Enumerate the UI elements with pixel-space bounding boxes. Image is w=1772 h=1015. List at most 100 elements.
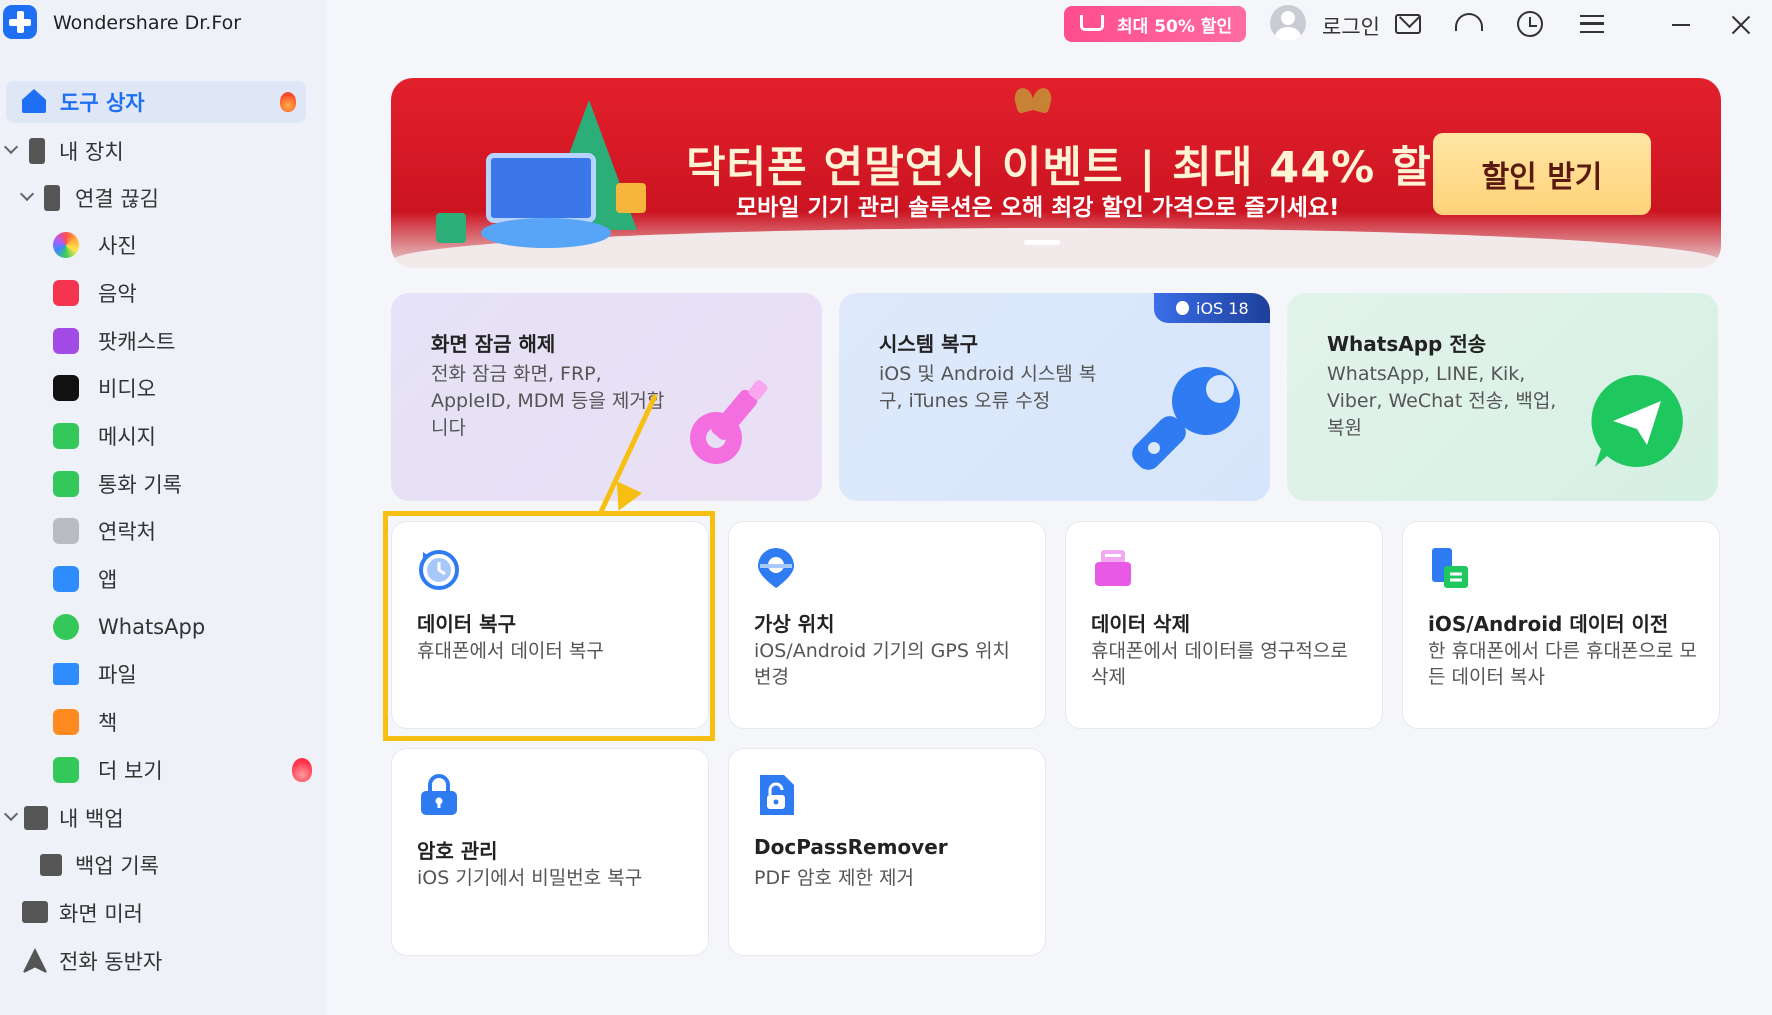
avatar[interactable] <box>1270 5 1306 41</box>
close-button[interactable] <box>1730 14 1752 36</box>
rocket-icon <box>22 948 48 974</box>
doc-unlock-icon <box>760 775 794 815</box>
sidebar-item-label: 책 <box>98 711 118 735</box>
chevron-down-icon <box>19 186 35 202</box>
sidebar-item-label: 내 백업 <box>59 807 124 831</box>
sidebar: Wondershare Dr.For 도구 상자 내 장치 연결 끊김 사진 음… <box>0 0 326 1015</box>
phone-icon <box>29 138 45 164</box>
folder-icon <box>53 663 79 685</box>
login-button[interactable]: 로그인 <box>1322 11 1380 41</box>
podcast-icon <box>53 328 79 354</box>
headset-icon[interactable] <box>1455 13 1483 31</box>
sidebar-item-label: 앱 <box>98 568 118 592</box>
menu-icon[interactable] <box>1580 15 1604 33</box>
sidebar-item-label: 음악 <box>98 282 137 306</box>
key-icon <box>690 380 768 464</box>
tool-card-virtual-location[interactable]: 가상 위치 iOS/Android 기기의 GPS 위치 변경 <box>728 521 1046 729</box>
gift-icon <box>616 183 646 213</box>
card-desc: 휴대폰에서 데이터를 영구적으로 삭제 <box>1091 640 1348 688</box>
music-icon <box>53 280 79 306</box>
sidebar-item-label: 더 보기 <box>98 759 163 783</box>
backup-history-icon <box>40 854 62 876</box>
location-pin-icon <box>758 548 794 588</box>
hot-icon <box>280 92 296 112</box>
get-discount-button[interactable]: 할인 받기 <box>1433 133 1651 215</box>
sidebar-item-label: WhatsApp <box>98 615 206 639</box>
card-title: iOS/Android 데이터 이전 <box>1428 612 1669 636</box>
platform-decoration <box>481 218 611 248</box>
feature-card-system-repair[interactable]: iOS 18 시스템 복구 iOS 및 Android 시스템 복구, iTun… <box>839 293 1270 501</box>
promo-banner[interactable]: 닥터폰 연말연시 이벤트 | 최대 44% 할인 모바일 기기 관리 솔루션은 … <box>391 78 1721 268</box>
sidebar-item-label: 연결 끊김 <box>75 187 159 211</box>
sidebar-item-label: 통화 기록 <box>98 473 182 497</box>
card-title: 화면 잠금 해제 <box>431 332 556 356</box>
banner-title: 닥터폰 연말연시 이벤트 | 최대 44% 할인 <box>686 143 1473 193</box>
sidebar-item-label: 화면 미러 <box>59 902 143 926</box>
ios18-badge: iOS 18 <box>1154 293 1270 323</box>
contacts-icon <box>53 518 79 544</box>
laptop-icon <box>486 153 596 223</box>
promo-button[interactable]: 최대 50% 할인 <box>1064 6 1246 42</box>
tool-card-data-transfer[interactable]: iOS/Android 데이터 이전 한 휴대폰에서 다른 휴대폰으로 모든 데… <box>1402 521 1720 729</box>
sidebar-item-label: 백업 기록 <box>75 854 159 878</box>
sidebar-item-toolbox[interactable]: 도구 상자 <box>6 81 306 123</box>
sidebar-item-label: 팟캐스트 <box>98 330 176 354</box>
card-title: 암호 관리 <box>417 839 498 863</box>
banner-subtitle: 모바일 기기 관리 솔루션은 오해 최강 할인 가격으로 즐기세요! <box>736 195 1340 221</box>
app-title: Wondershare Dr.For <box>53 12 242 34</box>
tool-card-data-eraser[interactable]: 데이터 삭제 휴대폰에서 데이터를 영구적으로 삭제 <box>1065 521 1383 729</box>
feature-card-screen-unlock[interactable]: 화면 잠금 해제 전화 잠금 화면, FRP, AppleID, MDM 등을 … <box>391 293 822 501</box>
card-title: WhatsApp 전송 <box>1327 332 1487 356</box>
phone-icon <box>44 185 60 211</box>
sidebar-item-label: 연락처 <box>98 520 156 544</box>
app-logo-icon <box>3 5 37 39</box>
lock-icon <box>421 774 457 815</box>
transfer-icon <box>1432 548 1468 588</box>
photos-icon <box>53 232 79 258</box>
mail-icon[interactable] <box>1395 14 1421 34</box>
sidebar-item-label: 사진 <box>98 234 137 258</box>
card-desc: WhatsApp, LINE, Kik, Viber, WeChat 전송, 백… <box>1327 363 1557 439</box>
tool-card-docpassremover[interactable]: DocPassRemover PDF 암호 제한 제거 <box>728 748 1046 956</box>
cart-icon <box>1080 15 1104 31</box>
eraser-icon <box>1095 550 1131 586</box>
screen-mirror-icon <box>22 901 48 923</box>
card-desc: PDF 암호 제한 제거 <box>754 867 915 889</box>
messages-icon <box>53 423 79 449</box>
more-grid-icon <box>53 757 79 783</box>
gift-icon <box>436 213 466 243</box>
feature-card-whatsapp-transfer[interactable]: WhatsApp 전송 WhatsApp, LINE, Kik, Viber, … <box>1287 293 1718 501</box>
card-desc: 한 휴대폰에서 다른 휴대폰으로 모든 데이터 복사 <box>1428 640 1697 688</box>
card-title: 시스템 복구 <box>879 332 978 356</box>
card-desc: iOS/Android 기기의 GPS 위치 변경 <box>754 640 1010 688</box>
sidebar-item-label: 비디오 <box>98 377 156 401</box>
card-title: 가상 위치 <box>754 612 835 636</box>
sidebar-item-label: 도구 상자 <box>60 91 145 115</box>
home-icon <box>22 89 46 113</box>
book-icon <box>53 709 79 735</box>
card-title: DocPassRemover <box>754 835 948 859</box>
tool-card-password-manager[interactable]: 암호 관리 iOS 기기에서 비밀번호 복구 <box>391 748 709 956</box>
sidebar-item-label: 메시지 <box>98 425 156 449</box>
chevron-down-icon <box>3 806 19 822</box>
sidebar-item-label: 파일 <box>98 663 137 687</box>
card-desc: iOS 기기에서 비밀번호 복구 <box>417 867 643 889</box>
sidebar-item-label: 내 장치 <box>59 140 124 164</box>
phone-call-icon <box>53 471 79 497</box>
chevron-down-icon <box>3 139 19 155</box>
app-store-icon <box>53 566 79 592</box>
carousel-indicator[interactable] <box>1024 240 1060 245</box>
card-desc: 전화 잠금 화면, FRP, AppleID, MDM 등을 제거합니다 <box>431 363 665 439</box>
history-icon[interactable] <box>1517 11 1543 37</box>
paper-plane-icon <box>1591 375 1683 467</box>
highlight-box <box>383 511 715 741</box>
card-title: 데이터 삭제 <box>1091 612 1190 636</box>
bell-icon <box>1011 78 1057 118</box>
wrench-icon <box>1132 367 1240 470</box>
hot-icon <box>292 758 312 782</box>
card-desc: iOS 및 Android 시스템 복구, iTunes 오류 수정 <box>879 363 1097 412</box>
sidebar-item-label: 전화 동반자 <box>59 950 163 974</box>
apple-tv-icon <box>53 375 79 401</box>
backup-icon <box>24 806 48 830</box>
minimize-button[interactable] <box>1672 24 1690 26</box>
